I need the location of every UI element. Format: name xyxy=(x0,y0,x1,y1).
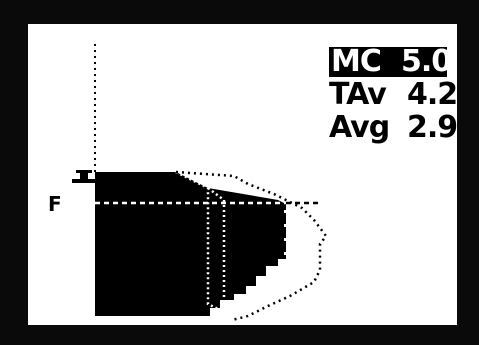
force-profile-shape xyxy=(95,172,286,316)
t-marker-icon xyxy=(72,170,96,183)
device-bezel: MC 5.0 TAv 4.2 Avg 2.9 F xyxy=(0,0,479,345)
lcd-screen: MC 5.0 TAv 4.2 Avg 2.9 F xyxy=(28,24,458,325)
force-profile-plot xyxy=(72,44,328,322)
